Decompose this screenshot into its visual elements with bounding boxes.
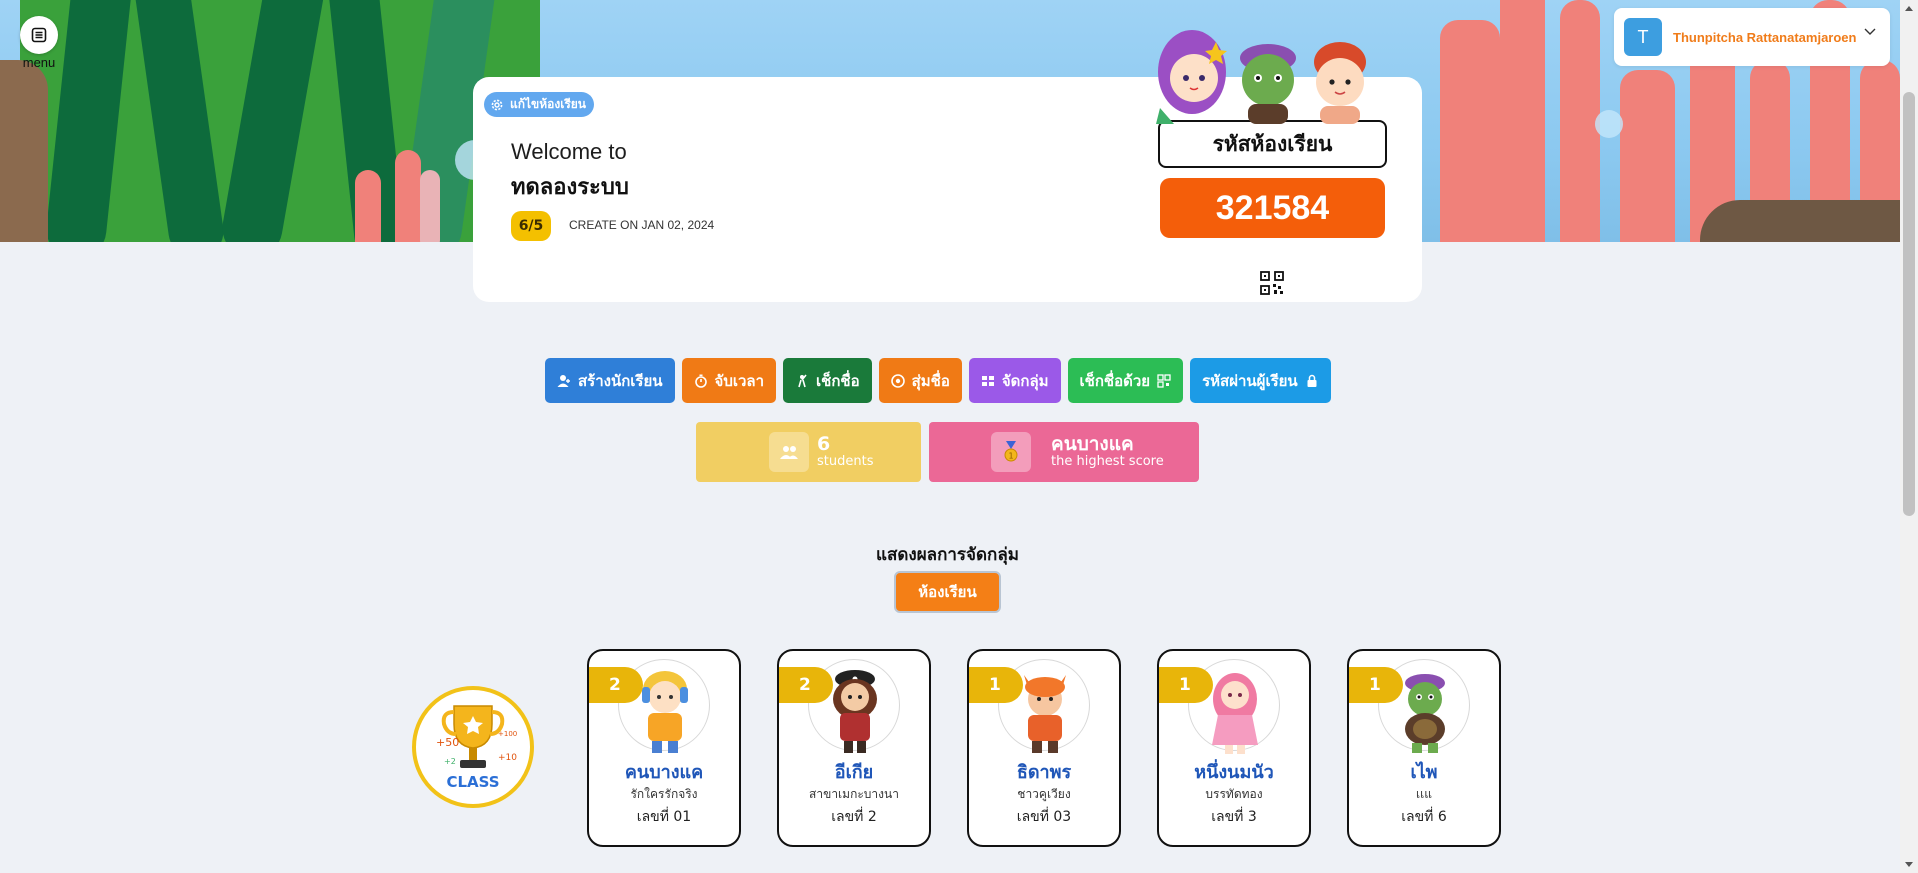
qr-attendance-button[interactable]: เช็กชื่อด้วย: [1067, 358, 1184, 403]
hand-raise-icon: [798, 374, 807, 387]
timer-label: จับเวลา: [714, 371, 765, 390]
qr-attendance-label: เช็กชื่อด้วย: [1079, 371, 1151, 390]
random-name-label: สุ่มชื่อ: [911, 371, 950, 390]
student-number: เลขที่ 01: [636, 809, 692, 825]
users-icon: [769, 432, 809, 472]
student-count-badge: 6/5: [511, 211, 551, 241]
vertical-scrollbar[interactable]: [1900, 0, 1918, 873]
student-name: คนบางแค: [624, 762, 704, 783]
student-nickname: สาขาเมกะบางนา: [809, 787, 899, 801]
student-card[interactable]: 1 หนึ่งนมนัว บรรทัดทอง เลขที่ 3: [1157, 649, 1311, 847]
student-points: 2: [589, 667, 643, 703]
student-number: เลขที่ 2: [831, 809, 877, 825]
action-toolbar: สร้างนักเรียน จับเวลา เช็กชื่อ สุ่มชื่อ …: [545, 358, 1331, 403]
group-label: จัดกลุ่ม: [1001, 371, 1049, 390]
student-nickname: ชาวคูเวียง: [1017, 787, 1071, 801]
student-number: เลขที่ 6: [1401, 809, 1447, 825]
student-name: อีเกีย: [834, 762, 874, 783]
student-points: 1: [969, 667, 1023, 703]
student-card[interactable]: 1 ธิดาพร ชาวคูเวียง เลขที่ 03: [967, 649, 1121, 847]
student-card[interactable]: 2 อีเกีย สาขาเมกะบางนา เลขที่ 2: [777, 649, 931, 847]
trophy-icon: CLASS +50 +100 +2 +10: [436, 705, 517, 791]
avatar: T: [1624, 18, 1662, 56]
group-icon: [981, 375, 994, 386]
highest-score-stat-card: 1 คนบางแค the highest score: [929, 422, 1199, 482]
student-points: 2: [779, 667, 833, 703]
student-number: เลขที่ 3: [1211, 809, 1257, 825]
trophy-points-4: +10: [498, 753, 517, 763]
student-card[interactable]: 1 เไพ เเแ เลขที่ 6: [1347, 649, 1501, 847]
students-label: students: [817, 454, 874, 469]
mascot-characters-illustration: [1156, 30, 1366, 124]
create-student-label: สร้างนักเรียน: [578, 371, 663, 390]
menu-button[interactable]: menu: [20, 16, 58, 70]
highest-score-label: the highest score: [1051, 454, 1164, 469]
scroll-down-arrow-icon[interactable]: [1905, 862, 1913, 867]
qr-icon: [1260, 271, 1284, 295]
menu-label: menu: [22, 55, 56, 70]
student-name: หนึ่งนมนัว: [1194, 762, 1274, 783]
qr-code-button[interactable]: [1259, 270, 1285, 296]
student-password-label: รหัสผ่านผู้เรียน: [1202, 371, 1298, 390]
student-points: 1: [1159, 667, 1213, 703]
student-number: เลขที่ 03: [1016, 809, 1072, 825]
tab-classroom[interactable]: ห้องเรียน: [894, 571, 1001, 613]
gear-icon: [491, 99, 503, 110]
trophy-points-2: +100: [498, 730, 517, 738]
student-card[interactable]: 2 คนบางแค รักใครรักจริง เลขที่ 01: [587, 649, 741, 847]
qr-icon: [1157, 373, 1171, 388]
menu-icon: [20, 16, 58, 54]
attendance-button[interactable]: เช็กชื่อ: [783, 358, 872, 403]
dice-icon: [890, 373, 905, 388]
classroom-code: 321584: [1160, 178, 1385, 238]
random-name-button[interactable]: สุ่มชื่อ: [878, 358, 962, 403]
group-button[interactable]: จัดกลุ่ม: [968, 358, 1061, 403]
group-results-title: แสดงผลการจัดกลุ่ม: [876, 545, 1019, 565]
svg-text:1: 1: [1008, 452, 1013, 461]
students-stat-card: 6 students: [696, 422, 921, 482]
student-password-button[interactable]: รหัสผ่านผู้เรียน: [1190, 358, 1331, 403]
highest-score-name: คนบางแค: [1051, 433, 1134, 455]
class-trophy-badge: CLASS +50 +100 +2 +10: [412, 686, 534, 808]
trophy-text: CLASS: [446, 773, 499, 791]
stopwatch-icon: [694, 374, 707, 388]
user-name: Thunpitcha Rattanatamjaroen: [1673, 29, 1857, 45]
trophy-points-1: +50: [436, 736, 459, 749]
classroom-code-label: รหัสห้องเรียน: [1158, 120, 1387, 168]
student-nickname: รักใครรักจริง: [630, 787, 698, 801]
student-name: ธิดาพร: [1016, 762, 1072, 783]
medal-icon: 1: [991, 432, 1031, 472]
scroll-up-arrow-icon[interactable]: [1905, 6, 1913, 11]
student-nickname: บรรทัดทอง: [1205, 787, 1263, 801]
user-account-dropdown[interactable]: T Thunpitcha Rattanatamjaroen: [1614, 8, 1890, 66]
welcome-text: Welcome to: [511, 139, 627, 164]
scrollbar-thumb[interactable]: [1903, 92, 1915, 516]
student-name: เไพ: [1410, 762, 1438, 783]
timer-button[interactable]: จับเวลา: [681, 358, 777, 403]
chevron-down-icon: [1864, 28, 1876, 35]
students-count: 6: [817, 433, 831, 455]
user-plus-icon: [557, 374, 570, 387]
student-nickname: เเแ: [1416, 787, 1432, 801]
student-points: 1: [1349, 667, 1403, 703]
attendance-label: เช็กชื่อ: [816, 371, 860, 390]
lock-icon: [1307, 374, 1317, 387]
classroom-name: ทดลองระบบ: [511, 175, 629, 200]
edit-classroom-label: แก้ไขห้องเรียน: [510, 97, 586, 111]
create-student-button[interactable]: สร้างนักเรียน: [545, 358, 675, 403]
edit-classroom-button[interactable]: แก้ไขห้องเรียน: [484, 92, 594, 117]
created-date: CREATE ON JAN 02, 2024: [569, 218, 715, 232]
trophy-points-3: +2: [444, 757, 456, 766]
